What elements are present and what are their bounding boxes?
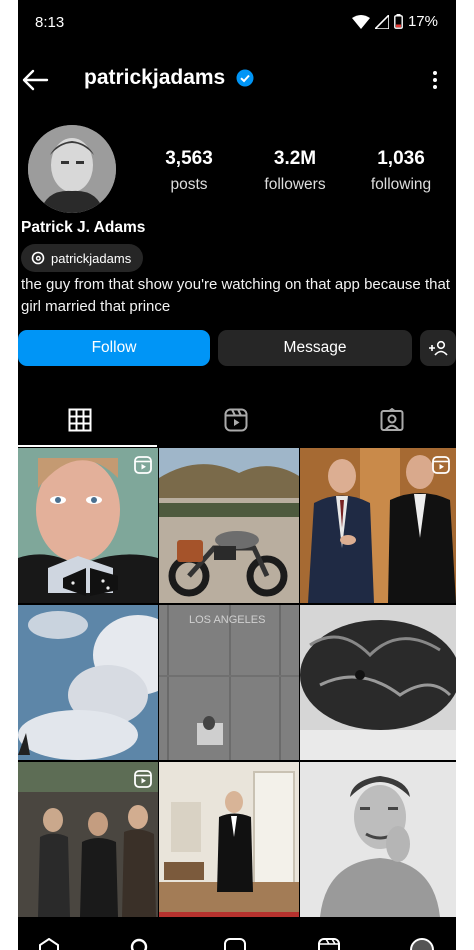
add-user-icon (429, 340, 448, 356)
motorcycle-photo-image (159, 448, 299, 603)
post-tile[interactable]: LOS ANGELES (159, 605, 299, 760)
more-options-icon[interactable] (432, 70, 438, 90)
followers-label: followers (264, 176, 326, 193)
posts-count: 3,563 (165, 148, 213, 169)
posts-label: posts (170, 176, 208, 193)
wifi-icon (351, 14, 370, 29)
profile-username: patrickjadams (84, 66, 226, 89)
threads-badge[interactable]: patrickjadams (21, 244, 144, 272)
post-tile[interactable] (300, 605, 456, 760)
back-arrow-icon[interactable] (20, 68, 50, 92)
reel-icon (134, 456, 152, 474)
profile-full-name: Patrick J. Adams (21, 219, 146, 236)
dog-photo-image (300, 605, 456, 760)
active-tab-indicator (18, 445, 157, 447)
create-icon[interactable] (224, 938, 246, 950)
threads-icon (31, 251, 45, 265)
post-tile[interactable] (159, 762, 299, 917)
signal-icon (374, 14, 389, 29)
post-tile[interactable] (300, 762, 456, 917)
post-tile[interactable] (300, 448, 456, 603)
phone-screen: 8:13 17% patrickjadams 3,563 posts 3.2M … (18, 0, 456, 950)
followers-count: 3.2M (273, 148, 317, 169)
tagged-tab-icon[interactable] (380, 408, 404, 432)
bottom-navigation (18, 928, 456, 950)
bw-portrait-photo-image (300, 762, 456, 917)
stat-followers[interactable]: 3.2M followers (250, 148, 340, 194)
post-tile[interactable] (18, 605, 158, 760)
search-icon[interactable] (130, 938, 150, 950)
tuxedo-room-photo-image (159, 762, 299, 917)
avatar[interactable] (28, 125, 116, 213)
stat-following[interactable]: 1,036 following (356, 148, 446, 194)
reels-tab-icon[interactable] (224, 408, 248, 432)
profile-bio: the guy from that show you're watching o… (21, 276, 450, 315)
battery-percent: 17% (407, 13, 438, 30)
message-button[interactable]: Message (218, 330, 412, 366)
profile-tabs (18, 398, 456, 446)
reels-nav-icon[interactable] (318, 938, 340, 950)
post-tile[interactable] (18, 448, 158, 603)
profile-nav-avatar-icon[interactable] (410, 938, 434, 950)
reel-icon (432, 456, 450, 474)
reel-icon (134, 770, 152, 788)
verified-badge-icon (236, 69, 254, 87)
status-icons: 17% (351, 13, 438, 30)
home-icon[interactable] (38, 938, 60, 950)
status-bar: 8:13 17% (18, 0, 456, 44)
post-tile[interactable] (18, 762, 158, 917)
wall-text: LOS ANGELES (189, 614, 265, 626)
profile-header: patrickjadams (18, 58, 456, 102)
threads-handle: patrickjadams (51, 250, 132, 266)
suggested-users-button[interactable] (420, 330, 456, 366)
clouds-photo-image (18, 605, 158, 760)
avatar-photo (28, 125, 116, 213)
battery-icon (394, 14, 403, 29)
stat-posts[interactable]: 3,563 posts (144, 148, 234, 194)
following-label: following (370, 176, 432, 193)
status-time: 8:13 (35, 14, 65, 31)
post-tile[interactable] (159, 448, 299, 603)
los-angeles-wall-photo-image: LOS ANGELES (159, 605, 299, 760)
follow-button[interactable]: Follow (18, 330, 210, 366)
grid-tab-icon[interactable] (68, 408, 92, 432)
following-count: 1,036 (377, 148, 425, 169)
